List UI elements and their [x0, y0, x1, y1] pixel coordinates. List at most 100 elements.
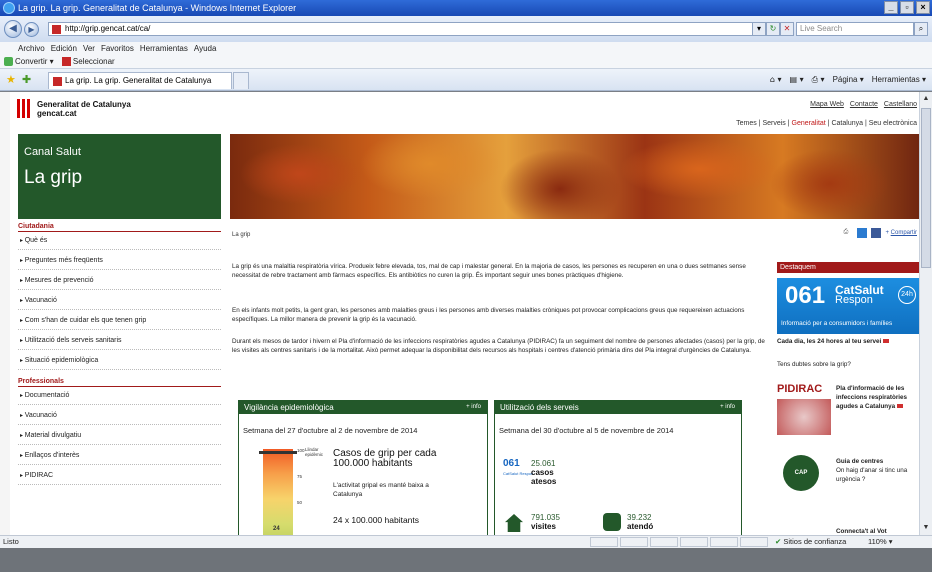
24h-icon: 24h [898, 286, 916, 304]
menu-archivo[interactable]: Archivo [18, 42, 45, 55]
zoom-control[interactable]: 110% ▾ [868, 536, 893, 548]
ie-logo-icon [3, 2, 15, 14]
print-icon[interactable]: ⎙ [843, 228, 853, 238]
forward-icon[interactable]: ▶ [24, 22, 39, 37]
desktop-background [0, 548, 932, 572]
menu-edicion[interactable]: Edición [51, 42, 77, 55]
link-seu-electronica[interactable]: Seu electrònica [869, 120, 917, 127]
breadcrumb[interactable]: La grip [232, 232, 250, 238]
link-castellano[interactable]: Castellano [884, 101, 917, 108]
link-serveis[interactable]: Serveis [762, 120, 785, 127]
menu-favoritos[interactable]: Favoritos [101, 42, 134, 55]
minimize-button[interactable]: _ [884, 1, 898, 14]
link-temes[interactable]: Temes [736, 120, 757, 127]
destaquem-header: Destaquem [777, 262, 919, 273]
dubtes-link[interactable]: Tens dubtes sobre la grip? [777, 361, 851, 370]
link-contacte[interactable]: Contacte [850, 101, 878, 108]
search-input[interactable]: Live Search [796, 22, 914, 36]
rate-text: 24 x 100.000 habitants [333, 515, 420, 525]
connecta-link[interactable]: Connecta't al Vot [836, 528, 887, 535]
maximize-button[interactable]: ▫ [900, 1, 914, 14]
links-bar: Convertir ▾ Seleccionar [0, 55, 932, 69]
search-placeholder: Live Search [800, 24, 843, 33]
nav-item[interactable]: Utilització dels serveis sanitaris [18, 334, 221, 350]
favorites-star-icon[interactable]: ★ [6, 73, 16, 86]
arrow-icon [883, 339, 890, 344]
stop-icon[interactable]: ✕ [780, 22, 794, 36]
nav-item[interactable]: PIDIRAC [18, 469, 221, 485]
guia-centres-title: Guia de centres [836, 458, 884, 465]
nav-item[interactable]: Documentació [18, 389, 221, 405]
current-value: 24 [273, 526, 280, 532]
nav-item[interactable]: Mesures de prevenció [18, 274, 221, 290]
cap-logo-icon[interactable]: CAP [783, 455, 819, 491]
nav-heading-professionals: Professionals [18, 378, 221, 387]
banner-info: Informació per a consumidors i famílies [781, 320, 893, 327]
utilitzacio-more-link[interactable]: + info [720, 401, 735, 414]
activity-text: L'activitat gripal es manté baixa a Cata… [333, 482, 429, 498]
scroll-up-icon[interactable]: ▲ [921, 93, 931, 105]
vigilancia-more-link[interactable]: + info [466, 401, 481, 414]
scroll-thumb[interactable] [921, 108, 931, 268]
print-icon[interactable]: ⎙ ▾ [812, 73, 825, 87]
share-link[interactable]: Compartir [891, 230, 917, 236]
link-generalitat[interactable]: Generalitat [792, 120, 826, 127]
calls-label: casos [531, 468, 554, 477]
tools-menu[interactable]: Herramientas ▾ [872, 73, 926, 87]
new-tab-button[interactable] [233, 72, 249, 89]
catsalut-respon-banner[interactable]: 061 CatSalut Respon 24h Informació per a… [777, 278, 919, 334]
page-menu[interactable]: Página ▾ [833, 73, 864, 87]
nav-item[interactable]: Què és [18, 234, 221, 250]
service-text[interactable]: Cada dia, les 24 hores al teu servei [777, 338, 919, 347]
scale-tick: 75 [297, 474, 303, 479]
feeds-icon[interactable]: ▤ ▾ [789, 73, 803, 87]
nav-item[interactable]: Vacunació [18, 409, 221, 425]
nav-item[interactable]: Enllaços d'interès [18, 449, 221, 465]
convert-button[interactable]: Convertir [15, 57, 47, 66]
refresh-icon[interactable]: ↻ [766, 22, 780, 36]
threshold-mark [259, 451, 297, 454]
link-mapa-web[interactable]: Mapa Web [810, 101, 844, 108]
trusted-zone[interactable]: ✔ Sitios de confianza [775, 536, 846, 548]
nav-item[interactable]: Com s'han de cuidar els que tenen grip [18, 314, 221, 330]
hospital-icon [603, 513, 621, 531]
nav-item[interactable]: Situació epidemiològica [18, 354, 221, 370]
dropdown-icon[interactable]: ▾ [752, 22, 766, 36]
nav-item[interactable]: Material divulgatiu [18, 429, 221, 445]
back-icon[interactable]: ◀ [4, 20, 22, 38]
link-catalunya[interactable]: Catalunya [831, 120, 863, 127]
convert-icon [4, 57, 13, 67]
brand-domain: gencat.cat [37, 109, 77, 118]
service-text-label: Cada dia, les 24 hores al teu servei [777, 338, 882, 345]
tab-bar: ★ ✚ La grip. La grip. Generalitat de Cat… [0, 69, 932, 91]
twitter-icon[interactable] [857, 228, 868, 238]
select-button[interactable]: Seleccionar [73, 57, 115, 66]
guia-centres[interactable]: Guia de centres On haig d'anar si tinc u… [836, 457, 919, 484]
main-links: Temes | Serveis | Generalitat | Cataluny… [736, 120, 917, 127]
close-button[interactable]: × [916, 1, 930, 14]
pidirac-paragraph: Durant els mesos de tardor i hivern el P… [232, 338, 765, 354]
menu-herramientas[interactable]: Herramientas [140, 42, 188, 55]
menu-ver[interactable]: Ver [83, 42, 95, 55]
calls-label2: atesos [531, 477, 557, 486]
utilitzacio-header: Utilització dels serveis + info [495, 401, 741, 414]
url-input[interactable]: http://grip.gencat.cat/ca/ [48, 22, 790, 36]
vertical-scrollbar[interactable]: ▲ ▼ [919, 92, 932, 535]
generalitat-logo-icon[interactable] [17, 99, 32, 118]
search-icon[interactable]: ⌕ [914, 22, 928, 36]
scroll-down-icon[interactable]: ▼ [921, 522, 931, 534]
pidirac-banner[interactable]: PIDIRAC [777, 382, 831, 437]
vigilancia-header: Vigilància epidemiològica + info [239, 401, 487, 414]
pidirac-text[interactable]: Pla d'informació de les infeccions respi… [836, 384, 919, 411]
site-favicon-icon [52, 25, 61, 34]
brand[interactable]: Generalitat de Catalunya gencat.cat [37, 100, 131, 118]
nav-item[interactable]: Vacunació [18, 294, 221, 310]
page-menu-label: Página [832, 75, 858, 84]
menu-ayuda[interactable]: Ayuda [194, 42, 217, 55]
home-icon[interactable]: ⌂ ▾ [770, 73, 782, 87]
tab-la-grip[interactable]: La grip. La grip. Generalitat de Catalun… [48, 72, 232, 89]
facebook-icon[interactable] [871, 228, 882, 238]
nav-item[interactable]: Preguntes més freqüents [18, 254, 221, 270]
tools-menu-label: Herramientas [871, 75, 920, 84]
add-favorites-icon[interactable]: ✚ [22, 73, 31, 86]
